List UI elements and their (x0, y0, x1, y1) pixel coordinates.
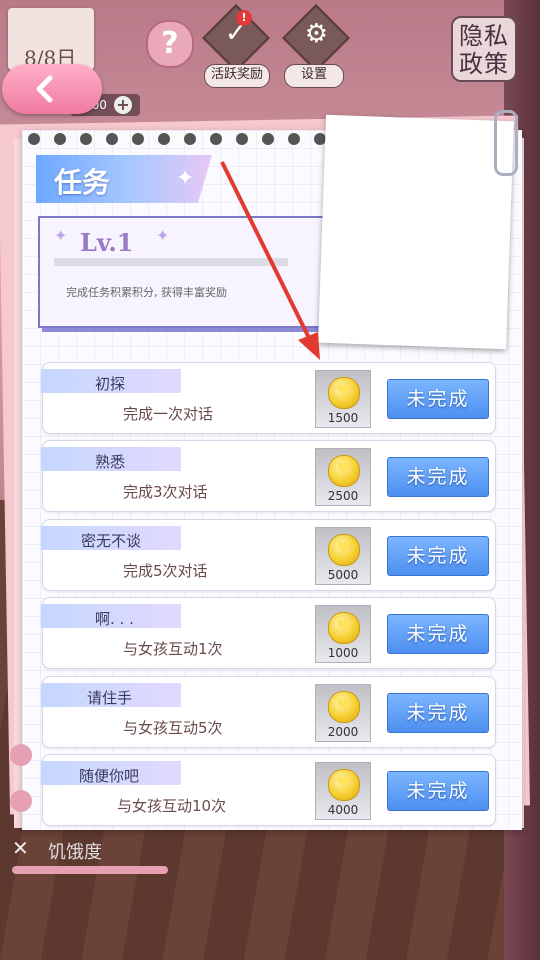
reward-amount: 1000 (327, 646, 359, 660)
add-coins-icon[interactable]: + (114, 96, 132, 114)
task-reward: 1500 (315, 370, 371, 428)
level-description: 完成任务积累积分, 获得丰富奖励 (66, 286, 227, 299)
level-progress-bar (54, 258, 288, 266)
task-row: 随便你吧 与女孩互动10次 4000 未完成 (41, 754, 496, 826)
settings-label[interactable]: 设置 (284, 64, 344, 88)
reward-amount: 5000 (327, 568, 359, 582)
level-label: Lv.1 (80, 228, 134, 257)
help-icon[interactable]: ? (146, 20, 194, 68)
task-name: 随便你吧 (79, 767, 140, 785)
reward-amount: 2500 (327, 489, 359, 503)
paperclip-icon (494, 110, 518, 176)
coin-icon (328, 534, 360, 566)
task-reward: 4000 (315, 762, 371, 820)
task-reward: 1000 (315, 605, 371, 663)
task-description: 与女孩互动1次 (123, 640, 223, 658)
privacy-policy-button[interactable]: 隐私 政策 (451, 16, 517, 82)
fork-knife-icon: ✕ (12, 836, 29, 860)
sparkle-icon: ✦ (156, 226, 170, 245)
task-status-button[interactable]: 未完成 (387, 614, 489, 654)
task-status-button[interactable]: 未完成 (387, 536, 489, 576)
task-reward: 2000 (315, 684, 371, 742)
task-description: 与女孩互动10次 (117, 797, 227, 815)
reward-amount: 2000 (327, 725, 359, 739)
heart-icon (10, 744, 32, 766)
task-name: 请住手 (87, 689, 133, 707)
task-description: 完成一次对话 (123, 405, 214, 423)
task-status-button[interactable]: 未完成 (387, 379, 489, 419)
activity-reward-label[interactable]: 活跃奖励 (204, 64, 270, 88)
task-reward: 5000 (315, 527, 371, 585)
task-description: 完成5次对话 (123, 562, 208, 580)
coin-icon (328, 612, 360, 644)
task-description: 完成3次对话 (123, 483, 208, 501)
task-name: 啊. . . (95, 610, 134, 628)
task-status-button[interactable]: 未完成 (387, 771, 489, 811)
photo-card (318, 114, 514, 350)
reward-amount: 1500 (327, 411, 359, 425)
coin-icon (328, 691, 360, 723)
task-row: 密无不谈 完成5次对话 5000 未完成 (41, 519, 496, 591)
notification-badge: ! (236, 10, 252, 26)
hunger-bar (12, 866, 168, 874)
task-name: 熟悉 (95, 453, 126, 471)
task-name: 初探 (95, 375, 126, 393)
sparkle-icon: ✦ (176, 166, 195, 191)
hunger-label: 饥饿度 (48, 842, 102, 863)
privacy-line2: 政策 (459, 50, 509, 78)
task-status-button[interactable]: 未完成 (387, 457, 489, 497)
coin-icon (328, 377, 360, 409)
sparkle-icon: ✦ (54, 226, 68, 245)
heart-icon (10, 790, 32, 812)
task-row: 初探 完成一次对话 1500 未完成 (41, 362, 496, 434)
coin-icon (328, 769, 360, 801)
task-status-button[interactable]: 未完成 (387, 693, 489, 733)
reward-amount: 4000 (327, 803, 359, 817)
privacy-line1: 隐私 (459, 22, 509, 50)
gear-icon: ⚙ (304, 19, 329, 50)
task-row: 熟悉 完成3次对话 2500 未完成 (41, 440, 496, 512)
page-title-text: 任务 (54, 166, 111, 199)
chevron-left-icon (36, 75, 53, 103)
back-button[interactable] (2, 64, 102, 114)
task-description: 与女孩互动5次 (123, 719, 223, 737)
coin-icon (328, 455, 360, 487)
task-name: 密无不谈 (81, 532, 142, 550)
task-row: 请住手 与女孩互动5次 2000 未完成 (41, 676, 496, 748)
task-reward: 2500 (315, 448, 371, 506)
task-row: 啊. . . 与女孩互动1次 1000 未完成 (41, 597, 496, 669)
binder-holes (28, 133, 348, 149)
date-calendar: 8/8日 (8, 8, 94, 70)
